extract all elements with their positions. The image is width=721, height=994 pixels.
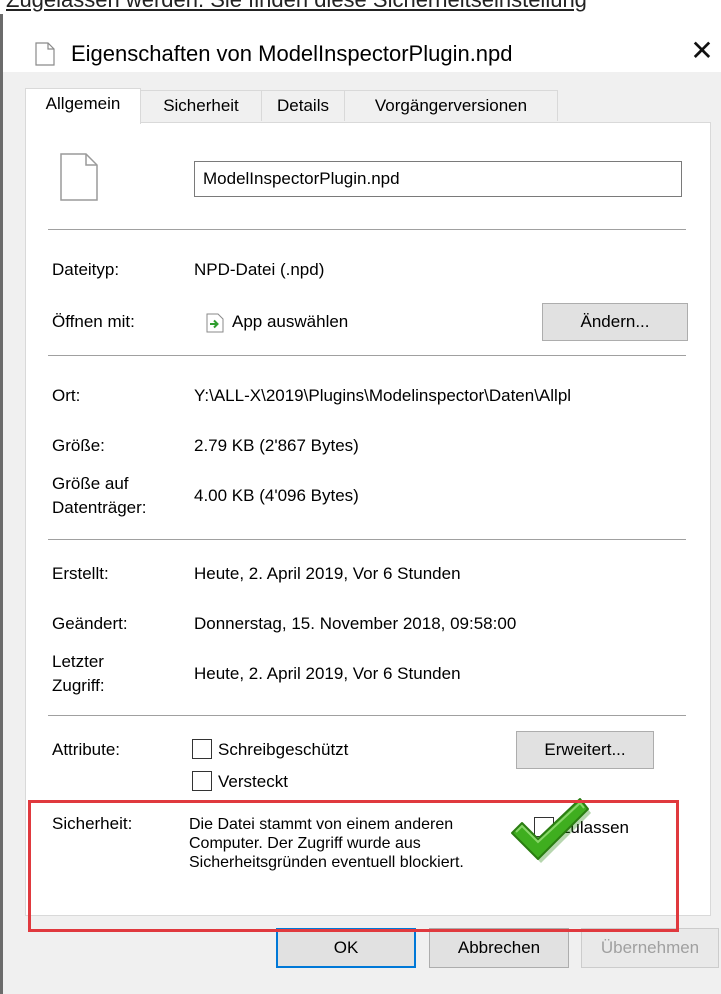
divider: [48, 539, 686, 540]
apply-button[interactable]: Übernehmen: [581, 928, 719, 968]
tab-details[interactable]: Details: [261, 90, 345, 121]
file-icon: [60, 153, 98, 201]
tab-vorgaengerversionen[interactable]: Vorgängerversionen: [344, 90, 558, 121]
change-button[interactable]: Ändern...: [542, 303, 688, 341]
size-value: 2.79 KB (2'867 Bytes): [194, 436, 359, 455]
background-caption: Zugelassen werden. Sie finden diese Sich…: [0, 0, 721, 14]
background-caption-text: Zugelassen werden. Sie finden diese Sich…: [6, 0, 587, 13]
accessed-label-line1: Letzter: [52, 652, 104, 671]
size-on-disk-label-line1: Größe auf: [52, 474, 129, 493]
location-label: Ort:: [52, 386, 81, 405]
divider: [48, 229, 686, 230]
window-title: Eigenschaften von ModelInspectorPlugin.n…: [71, 41, 513, 66]
close-button[interactable]: ✕: [685, 34, 719, 68]
tab-sicherheit[interactable]: Sicherheit: [140, 90, 262, 121]
cancel-button[interactable]: Abbrechen: [429, 928, 569, 968]
file-icon: [35, 42, 55, 66]
open-with-label: Öffnen mit:: [52, 312, 135, 331]
file-type-value: NPD-Datei (.npd): [194, 260, 325, 279]
advanced-button[interactable]: Erweitert...: [516, 731, 654, 769]
security-highlight-frame: [28, 800, 679, 932]
filename-input[interactable]: [194, 161, 682, 197]
accessed-value: Heute, 2. April 2019, Vor 6 Stunden: [194, 664, 461, 683]
size-label: Größe:: [52, 436, 105, 455]
app-icon: [206, 313, 224, 333]
divider: [48, 355, 686, 356]
modified-value: Donnerstag, 15. November 2018, 09:58:00: [194, 614, 517, 633]
close-icon: ✕: [690, 35, 714, 66]
created-value: Heute, 2. April 2019, Vor 6 Stunden: [194, 564, 461, 583]
readonly-checkbox[interactable]: [192, 739, 212, 759]
attributes-label: Attribute:: [52, 740, 121, 759]
ok-button[interactable]: OK: [276, 928, 416, 968]
modified-label: Geändert:: [52, 614, 128, 633]
size-on-disk-label-line2: Datenträger:: [52, 498, 147, 517]
general-tab-panel: Dateityp: NPD-Datei (.npd) Öffnen mit: A…: [25, 122, 711, 916]
created-label: Erstellt:: [52, 564, 109, 583]
divider: [48, 715, 686, 716]
tab-allgemein[interactable]: Allgemein: [25, 88, 141, 124]
size-on-disk-value: 4.00 KB (4'096 Bytes): [194, 486, 359, 505]
title-bar: Eigenschaften von ModelInspectorPlugin.n…: [3, 14, 721, 72]
readonly-label: Schreibgeschützt: [218, 740, 349, 759]
location-value: Y:\ALL-X\2019\Plugins\Modelinspector\Dat…: [194, 386, 572, 405]
hidden-label: Versteckt: [218, 772, 288, 791]
accessed-label-line2: Zugriff:: [52, 676, 105, 695]
file-type-label: Dateityp:: [52, 260, 120, 279]
hidden-checkbox[interactable]: [192, 771, 212, 791]
open-with-value: App auswählen: [232, 312, 349, 331]
